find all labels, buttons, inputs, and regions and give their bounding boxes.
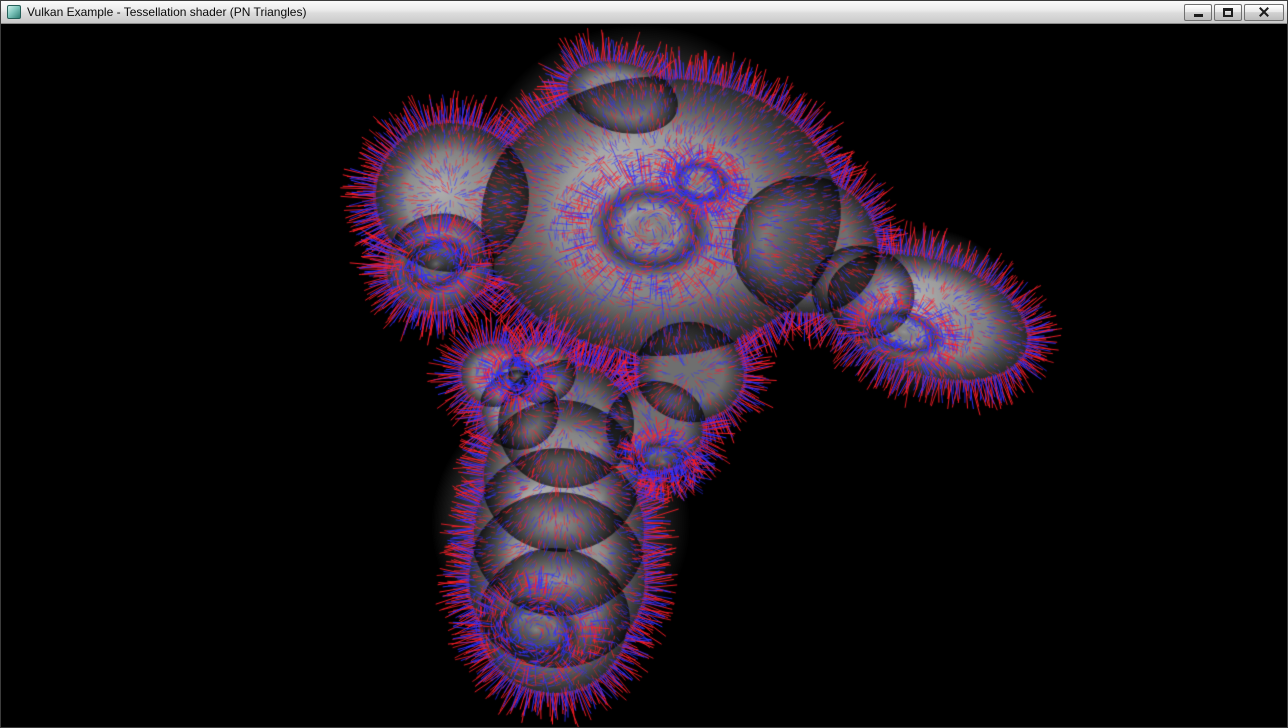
minimize-button[interactable] bbox=[1184, 4, 1212, 21]
close-button[interactable] bbox=[1244, 4, 1284, 21]
vulkan-app-icon bbox=[7, 5, 21, 19]
window-title: Vulkan Example - Tessellation shader (PN… bbox=[27, 6, 306, 18]
titlebar[interactable]: Vulkan Example - Tessellation shader (PN… bbox=[1, 1, 1287, 24]
maximize-button[interactable] bbox=[1214, 4, 1242, 21]
render-viewport-canvas[interactable] bbox=[1, 24, 1287, 727]
close-icon bbox=[1258, 6, 1270, 18]
minimize-icon bbox=[1194, 14, 1203, 17]
render-client-area bbox=[1, 24, 1287, 727]
window-controls bbox=[1182, 4, 1284, 21]
app-window: Vulkan Example - Tessellation shader (PN… bbox=[0, 0, 1288, 728]
maximize-icon bbox=[1223, 8, 1233, 17]
